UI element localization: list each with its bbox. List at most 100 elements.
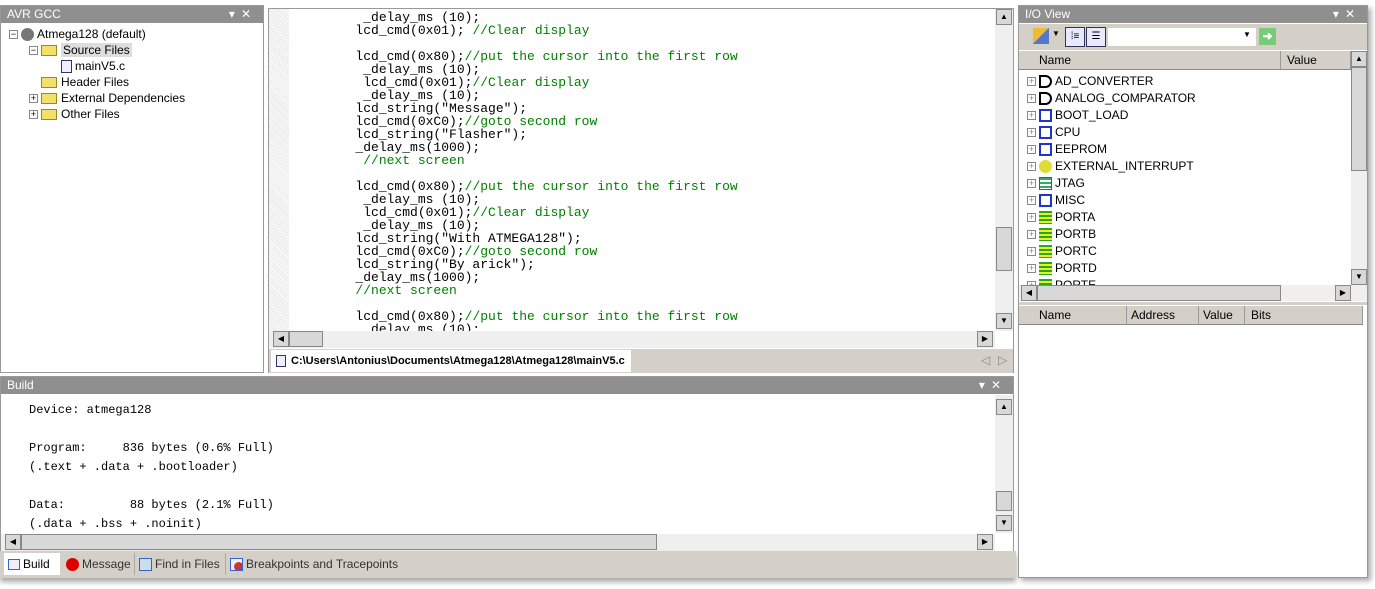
io-header-value[interactable]: Value <box>1281 51 1351 70</box>
detail-header-address[interactable]: Address <box>1127 306 1199 325</box>
detail-header-name[interactable]: Name <box>1019 306 1127 325</box>
io-item-label: BOOT_LOAD <box>1055 108 1129 122</box>
c-file-icon <box>61 60 72 74</box>
expand-icon[interactable]: + <box>1027 77 1036 87</box>
build-output-line <box>29 477 989 496</box>
code-line: //next screen <box>293 284 993 297</box>
expand-icon[interactable]: + <box>1027 179 1036 189</box>
list-view-button[interactable]: ☰ <box>1086 27 1106 47</box>
expand-icon[interactable]: + <box>1027 94 1036 104</box>
collapse-icon[interactable]: − <box>29 46 38 56</box>
collapse-icon[interactable]: − <box>9 30 18 40</box>
search-dropdown-icon[interactable]: ▼ <box>1243 30 1251 39</box>
tree-item-label: Source Files <box>61 43 132 57</box>
tab-message[interactable]: Message <box>62 553 131 575</box>
io-item[interactable]: + ANALOG_COMPARATOR <box>1027 90 1196 107</box>
dropdown-arrow-icon[interactable]: ▼ <box>1052 29 1060 38</box>
tab-build[interactable]: Build <box>4 553 60 575</box>
tree-item[interactable]: + External Dependencies <box>29 90 185 106</box>
io-item[interactable]: + EEPROM <box>1027 141 1107 158</box>
build-output[interactable]: Device: atmega128 Program: 836 bytes (0.6… <box>29 401 989 531</box>
io-item[interactable]: + EXTERNAL_INTERRUPT <box>1027 158 1194 175</box>
io-item-label: MISC <box>1055 193 1085 207</box>
folder-icon <box>41 109 57 121</box>
code-line: _delay_ms (10); <box>293 323 993 331</box>
code-comment: //put the cursor into the first row <box>464 179 738 194</box>
expand-icon[interactable]: + <box>1027 196 1036 206</box>
dropdown-icon[interactable]: ▾ <box>1333 7 1345 21</box>
detail-header-value[interactable]: Value <box>1199 306 1245 325</box>
interrupt-icon <box>1039 160 1052 174</box>
panel-title: Build <box>7 378 34 392</box>
expand-icon[interactable]: + <box>1027 230 1036 240</box>
build-vscrollbar[interactable]: ▲ ▼ <box>995 395 1013 533</box>
expand-icon[interactable]: + <box>29 110 38 120</box>
io-item[interactable]: + PORTA <box>1027 209 1095 226</box>
tab-next-icon[interactable]: ▷ <box>998 353 1007 367</box>
file-icon <box>276 355 286 367</box>
tree-item[interactable]: − Atmega128 (default) <box>9 26 146 42</box>
tree-item[interactable]: mainV5.c <box>49 58 125 74</box>
io-item[interactable]: + PORTD <box>1027 260 1097 277</box>
io-view-titlebar: I/O View ▾✕ <box>1019 6 1367 23</box>
tree-view-button[interactable]: ⁞≡ <box>1065 27 1085 47</box>
dropdown-icon[interactable]: ▾ <box>979 378 991 392</box>
code-comment: //put the cursor into the first row <box>464 49 738 64</box>
io-item[interactable]: + BOOT_LOAD <box>1027 107 1128 124</box>
device-select-icon[interactable] <box>1033 28 1049 44</box>
close-icon[interactable]: ✕ <box>1345 7 1361 21</box>
io-item[interactable]: + MISC <box>1027 192 1085 209</box>
io-vscrollbar[interactable]: ▲ ▼ <box>1351 51 1367 285</box>
tree-item[interactable]: + Other Files <box>29 106 120 122</box>
build-hscrollbar[interactable]: ◀ ▶ <box>1 534 995 551</box>
io-item[interactable]: +PORTE <box>1027 277 1096 285</box>
port-icon <box>1039 245 1052 259</box>
io-item-label: PORTB <box>1055 227 1097 241</box>
expand-icon[interactable]: + <box>29 94 38 104</box>
project-panel: AVR GCC ▾✕ − Atmega128 (default) − Source Fi… <box>0 5 264 373</box>
io-header-name[interactable]: Name <box>1019 51 1281 70</box>
doc-icon <box>1039 126 1052 140</box>
gate-icon <box>1039 75 1052 89</box>
tab-prev-icon[interactable]: ◁ <box>981 353 990 367</box>
io-item-label: PORTC <box>1055 244 1097 258</box>
splitter[interactable] <box>1019 302 1367 305</box>
build-output-line: Program: 836 bytes (0.6% Full) <box>29 441 274 455</box>
io-item[interactable]: + JTAG <box>1027 175 1085 192</box>
tab-breakpoints[interactable]: Breakpoints and Tracepoints <box>225 553 398 575</box>
expand-icon[interactable]: + <box>1027 111 1036 121</box>
tree-item[interactable]: − Source Files <box>29 42 132 58</box>
io-item-label: JTAG <box>1055 176 1085 190</box>
detail-header-bits[interactable]: Bits <box>1245 306 1363 325</box>
io-item[interactable]: + CPU <box>1027 124 1080 141</box>
dropdown-icon[interactable]: ▾ <box>229 7 241 21</box>
expand-icon[interactable]: + <box>1027 213 1036 223</box>
go-arrow-icon[interactable]: ➜ <box>1259 28 1276 45</box>
expand-icon[interactable]: + <box>1027 128 1036 138</box>
code-comment: //Clear display <box>472 75 590 90</box>
io-item[interactable]: + AD_CONVERTER <box>1027 73 1153 90</box>
info-icon <box>66 558 79 572</box>
close-icon[interactable]: ✕ <box>241 7 257 21</box>
io-item[interactable]: + PORTB <box>1027 226 1096 243</box>
file-tab[interactable]: C:\Users\Antonius\Documents\Atmega128\At… <box>271 350 631 372</box>
io-item[interactable]: + PORTC <box>1027 243 1097 260</box>
tree-item[interactable]: Header Files <box>29 74 129 90</box>
editor-vscrollbar[interactable]: ▲ ▼ <box>995 9 1013 331</box>
io-view-panel: I/O View ▾✕ ▼ ⁞≡ ☰ ▼ ➜ Name Value + AD_CON… <box>1018 5 1368 578</box>
expand-icon[interactable]: + <box>1027 162 1036 172</box>
editor-hscrollbar[interactable]: ◀ ▶ <box>269 331 995 348</box>
code-line: lcd_cmd(0x01); //Clear display <box>293 24 993 37</box>
expand-icon[interactable]: + <box>1027 264 1036 274</box>
io-hscrollbar[interactable]: ◀ ▶ <box>1019 285 1367 301</box>
expand-icon[interactable]: + <box>1027 145 1036 155</box>
search-input[interactable] <box>1108 28 1256 46</box>
code-text: _delay_ms (10); <box>293 322 481 331</box>
expand-icon[interactable]: + <box>1027 247 1036 257</box>
code-comment: //Clear display <box>472 205 590 220</box>
code-editor[interactable]: _delay_ms (10); lcd_cmd(0x01); //Clear d… <box>293 11 993 331</box>
tree-item-label: Other Files <box>61 107 120 121</box>
tree-item-label: External Dependencies <box>61 91 186 105</box>
tab-find-in-files[interactable]: Find in Files <box>134 553 220 575</box>
close-icon[interactable]: ✕ <box>991 378 1007 392</box>
